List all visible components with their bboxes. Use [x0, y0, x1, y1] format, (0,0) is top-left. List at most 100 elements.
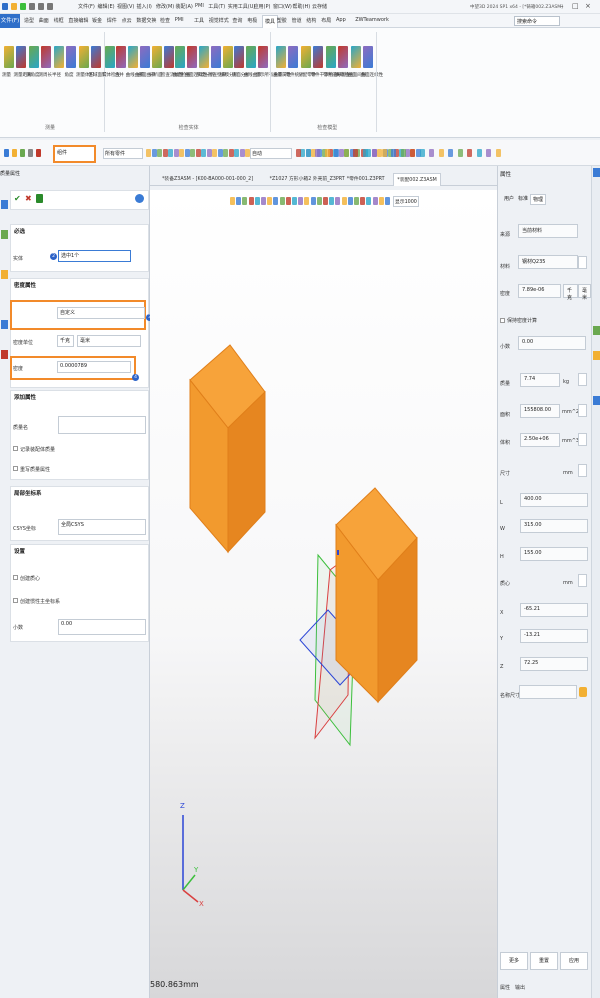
ribbon-tab[interactable]: 钣金	[92, 17, 102, 24]
ribbon-tab[interactable]: 视觉样式	[209, 17, 229, 24]
toolbar-icon[interactable]	[495, 149, 501, 157]
ribbon-tab[interactable]: 模具	[262, 15, 279, 28]
entity-field[interactable]: 选中1个	[58, 250, 131, 262]
ribbon-button[interactable]: 区域面积	[89, 46, 107, 78]
properties-tab[interactable]: 物理	[530, 194, 547, 205]
toolbar-icon[interactable]	[212, 149, 217, 157]
ribbon-tab[interactable]: 造型	[24, 17, 34, 24]
toolbar-icon[interactable]	[476, 149, 482, 157]
assembly-icon[interactable]	[1, 230, 8, 239]
toolbar-icon[interactable]	[334, 149, 339, 157]
history-icon[interactable]	[1, 200, 8, 209]
ok-icon[interactable]: ✔	[14, 194, 21, 203]
quick-access-icon[interactable]	[11, 3, 17, 10]
properties-tab[interactable]: 标准	[516, 194, 530, 203]
view-tool-icon[interactable]	[378, 197, 384, 205]
quick-access-icon[interactable]	[47, 3, 53, 10]
toolbar-icon[interactable]	[400, 149, 406, 157]
toolbar-icon[interactable]	[146, 149, 151, 157]
ribbon-button[interactable]: 测角度	[26, 46, 40, 78]
view-tool-icon[interactable]	[329, 197, 335, 205]
toolbar-icon[interactable]	[486, 149, 491, 157]
properties-apply-button[interactable]: 应用	[560, 952, 588, 970]
ribbon-tab[interactable]: 直接编辑	[68, 17, 88, 24]
toolbar-icon[interactable]	[419, 149, 425, 157]
type-dropdown[interactable]: 自定义	[57, 307, 145, 319]
ribbon-tab[interactable]: 检查	[160, 17, 170, 24]
view-tool-icon[interactable]	[230, 197, 235, 205]
ribbon-tab[interactable]: 曲面	[39, 17, 49, 24]
density-input[interactable]: 0.0000789	[57, 361, 131, 373]
ribbon-button[interactable]: 测量体积	[76, 46, 94, 78]
toolbar-icon[interactable]	[162, 149, 168, 157]
document-tab[interactable]: *零件001.Z3PRT	[347, 175, 385, 182]
command-search-input[interactable]: 搜索命令	[514, 16, 560, 26]
view-tool-icon[interactable]	[341, 197, 347, 205]
properties-tab[interactable]: 用户	[502, 194, 516, 203]
ribbon-tab[interactable]: 焊件	[107, 17, 117, 24]
toolbar-icon[interactable]	[179, 149, 184, 157]
size-edit-icon[interactable]	[578, 464, 587, 477]
menu-item[interactable]: 云存储	[312, 3, 327, 10]
toolbar-icon[interactable]	[362, 149, 368, 157]
toolbar-icon[interactable]	[245, 149, 250, 157]
cancel-icon[interactable]: ✖	[25, 194, 32, 203]
menu-item[interactable]: PMI	[195, 3, 204, 9]
ribbon-tab[interactable]: 线框	[54, 17, 64, 24]
section-density-title[interactable]: 密度属性	[11, 279, 148, 291]
toolbar-icon[interactable]	[338, 149, 344, 157]
view-tool-icon[interactable]	[360, 197, 366, 205]
menu-item[interactable]: 窗口(W)	[273, 3, 292, 10]
bottom-tab[interactable]: 属性	[500, 984, 510, 991]
menu-item[interactable]: 应用(P)	[254, 3, 271, 10]
mass-name-input[interactable]	[58, 416, 146, 434]
toolbar-icon[interactable]	[239, 149, 245, 157]
keep-density-checkbox[interactable]	[500, 318, 505, 323]
decimal-dropdown[interactable]: 0.00	[518, 336, 586, 350]
toolbar-icon[interactable]	[448, 149, 453, 157]
toolbar-icon[interactable]	[234, 149, 239, 157]
view-tool-icon[interactable]	[261, 197, 266, 205]
view-tool-icon[interactable]	[248, 197, 254, 205]
ribbon-tab[interactable]: 布局	[321, 17, 331, 24]
toolbar-icon[interactable]	[353, 149, 358, 157]
view-tool-icon[interactable]	[316, 197, 322, 205]
ribbon-button[interactable]: 角度	[65, 46, 77, 78]
filter-icon[interactable]	[12, 149, 17, 157]
ribbon-button[interactable]: 曲面连续性	[361, 46, 383, 78]
toolbar-icon[interactable]	[429, 149, 434, 157]
rewrite-mass-checkbox[interactable]	[13, 466, 18, 471]
material-field[interactable]: 钢材Q235	[518, 255, 578, 269]
ribbon-button[interactable]: 测周长	[39, 46, 52, 78]
filter-icon-left[interactable]	[1, 350, 8, 359]
material-edit-icon[interactable]	[578, 256, 587, 269]
toolbar-icon[interactable]	[151, 149, 157, 157]
view-tool-icon[interactable]	[242, 197, 248, 205]
view-tool-icon[interactable]	[372, 197, 378, 205]
filter2-dropdown[interactable]: 所有零件	[103, 148, 143, 159]
quick-access-icon[interactable]	[2, 3, 8, 10]
ribbon-button[interactable]: 曲面间隙	[348, 46, 366, 78]
close-icon[interactable]: ×	[585, 2, 591, 10]
help-icon[interactable]	[135, 194, 144, 203]
toolbar-icon[interactable]	[305, 149, 311, 157]
ribbon-button[interactable]: 关联检查	[336, 46, 354, 78]
view-tool-icon[interactable]	[279, 197, 285, 205]
ribbon-button[interactable]: 半径	[52, 46, 64, 78]
ribbon-tab[interactable]: 工具	[194, 17, 204, 24]
menu-item[interactable]: 插入(I)	[137, 3, 152, 10]
ribbon-tab[interactable]: 点云	[122, 17, 132, 24]
pick-icon[interactable]	[20, 149, 25, 157]
toolbar-icon[interactable]	[206, 149, 212, 157]
view-tool-icon[interactable]	[385, 197, 390, 205]
view-tool-icon[interactable]	[254, 197, 260, 205]
toolbar-icon[interactable]	[223, 149, 228, 157]
view-tool-icon[interactable]	[354, 197, 359, 205]
document-tab[interactable]: *装配002.Z3ASM	[393, 173, 441, 186]
ribbon-button[interactable]: 零件间隙检查	[323, 46, 350, 78]
quick-access-icon[interactable]	[29, 3, 35, 10]
file-menu-button[interactable]: 文件(F)	[0, 14, 20, 28]
ribbon-tab[interactable]: 查询	[232, 17, 242, 24]
toolbar-icon[interactable]	[391, 149, 396, 157]
toolbar-icon[interactable]	[296, 149, 301, 157]
